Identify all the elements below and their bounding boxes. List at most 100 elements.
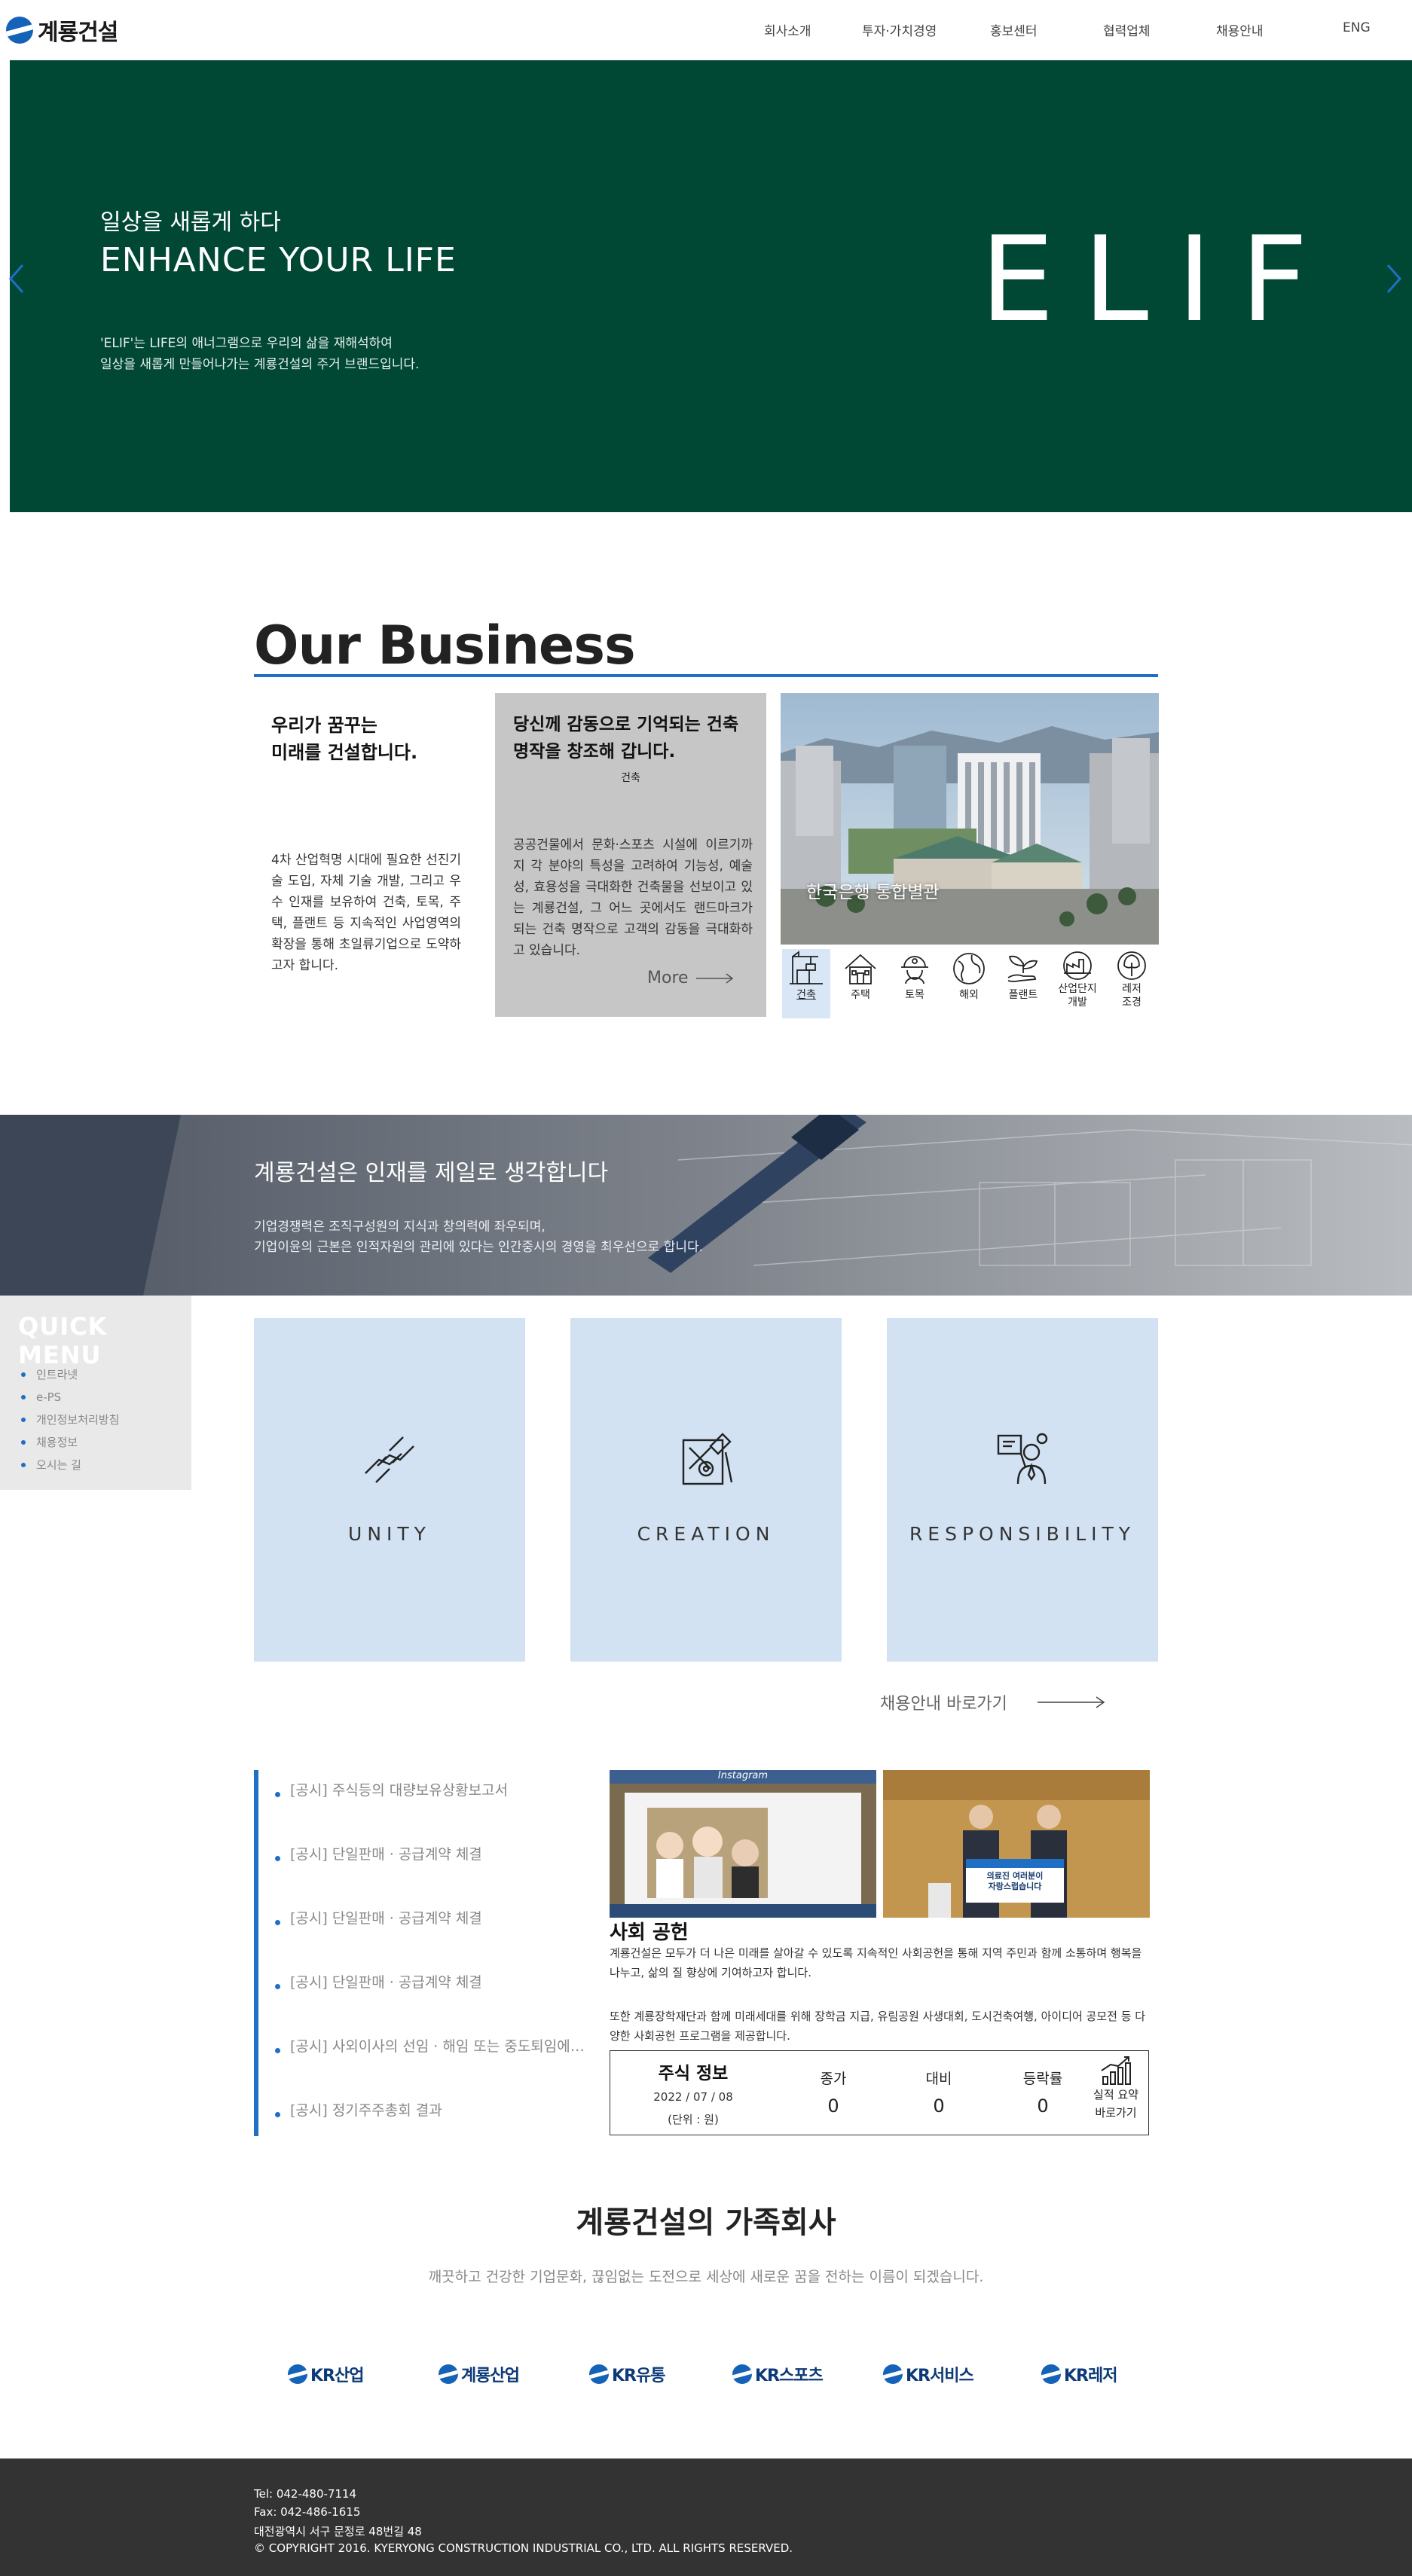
family-name: KR산업 <box>310 2367 364 2385</box>
nav-partners[interactable]: 협력업체 <box>1103 20 1151 39</box>
bank-building-image <box>781 693 1159 945</box>
hero-banner: 일상을 새롭게 하다 ENHANCE YOUR LIFE 'ELIF'는 LIF… <box>10 60 1412 512</box>
nav-investment[interactable]: 투자·가치경영 <box>862 20 937 39</box>
stock-info-panel: 주식 정보 2022 / 07 / 08 (단위 : 원) 종가 0 대비 0 … <box>610 2050 1149 2135</box>
brand-logo-elif: ELIF <box>980 211 1337 348</box>
stock-label: 종가 <box>820 2071 847 2087</box>
social-photo-instagram[interactable]: Instagram <box>610 1770 876 1918</box>
family-name: KR유통 <box>612 2367 665 2385</box>
notice-title: [공시] 주식등의 대량보유상황보고서 <box>290 1782 509 1799</box>
notice-title: [공시] 단일판매 · 공급계약 체결 <box>290 1974 482 1991</box>
tab-industrial-complex[interactable]: 산업단지개발 <box>1053 949 1102 1018</box>
bar-chart-icon <box>1101 2056 1131 2085</box>
value-card-responsibility: RESPONSIBILITY <box>887 1318 1158 1662</box>
industrial-complex-icon <box>1063 951 1092 980</box>
family-logo-kyeryong-industry[interactable]: 계룡산업 <box>439 2362 520 2386</box>
house-icon <box>845 954 876 984</box>
hero-desc-line: 일상을 새롭게 만들어나가는 계룡건설의 주거 브랜드입니다. <box>100 357 420 372</box>
notice-item[interactable]: [공시] 정기주주총회 결과 <box>275 2099 585 2120</box>
quick-menu-item-intranet[interactable]: 인트라넷 <box>21 1363 119 1386</box>
tab-label-line: 개발 <box>1068 997 1087 1009</box>
notice-item[interactable]: [공시] 단일판매 · 공급계약 체결 <box>275 1971 585 1992</box>
kr-logo-mark-icon <box>288 2364 307 2384</box>
nav-company[interactable]: 회사소개 <box>764 20 811 39</box>
prev-slide-arrow-icon[interactable] <box>8 264 26 294</box>
notice-item[interactable]: [공시] 단일판매 · 공급계약 체결 <box>275 1843 585 1863</box>
quick-menu-item-directions[interactable]: 오시는 길 <box>21 1454 119 1476</box>
more-label: More <box>647 969 689 987</box>
quick-menu: QUICK MENU 인트라넷 e-PS 개인정보처리방침 채용정보 오시는 길 <box>0 1296 191 1490</box>
handshake-icon <box>365 1436 414 1483</box>
next-slide-arrow-icon[interactable] <box>1385 264 1403 294</box>
tab-label: 산업단지개발 <box>1053 982 1102 1009</box>
footer-copyright: © COPYRIGHT 2016. KYERYONG CONSTRUCTION … <box>254 2541 793 2555</box>
tab-leisure-landscape[interactable]: 레저 조경 <box>1108 949 1156 1018</box>
heading-line: 명작을 창조해 갑니다. <box>513 742 676 762</box>
summary-line: 실적 요약 <box>1093 2088 1138 2101</box>
more-link[interactable]: More <box>647 969 734 987</box>
recruit-link[interactable]: 채용안내 바로가기 <box>880 1690 1105 1714</box>
family-title: 계룡건설의 가족회사 <box>576 2205 836 2240</box>
value-card-unity: UNITY <box>254 1318 525 1662</box>
quick-menu-item-privacy[interactable]: 개인정보처리방침 <box>21 1409 119 1431</box>
family-logo-kr-service[interactable]: KR서비스 <box>883 2362 974 2386</box>
tab-label-line: 산업단지 <box>1058 983 1097 995</box>
stock-title: 주식 정보 <box>658 2064 729 2083</box>
family-name: KR스포츠 <box>755 2367 824 2385</box>
nav-recruit[interactable]: 채용안내 <box>1216 20 1264 39</box>
notice-item[interactable]: [공시] 주식등의 대량보유상황보고서 <box>275 1779 585 1799</box>
tab-label: 주택 <box>851 989 870 1001</box>
tab-label: 토목 <box>905 989 925 1001</box>
tab-plant[interactable]: 플랜트 <box>999 949 1047 1018</box>
summary-line: 바로가기 <box>1095 2106 1137 2120</box>
tab-overseas[interactable]: 해외 <box>945 949 993 1018</box>
stock-value: 0 <box>933 2095 945 2117</box>
family-logo-kr-leisure[interactable]: KR레저 <box>1041 2362 1117 2386</box>
hero-desc-line: 'ELIF'는 LIFE의 애너그램으로 우리의 삶을 재해석하여 <box>100 336 393 351</box>
business-card-heading: 당신께 감동으로 기억되는 건축 명작을 창조해 갑니다. <box>513 711 754 765</box>
earnings-summary-link[interactable]: 실적 요약 바로가기 <box>1082 2056 1150 2122</box>
blueprint-background-image <box>0 1115 1412 1296</box>
business-detail-card: 당신께 감동으로 기억되는 건축 명작을 창조해 갑니다. 건축 공공건물에서 … <box>495 693 766 1017</box>
tab-housing[interactable]: 주택 <box>836 949 885 1018</box>
notice-item[interactable]: [공시] 단일판매 · 공급계약 체결 <box>275 1907 585 1927</box>
family-name: KR서비스 <box>906 2367 974 2385</box>
social-heading: 사회 공헌 <box>610 1921 689 1944</box>
tab-label: 플랜트 <box>1008 989 1038 1001</box>
heading-line: 당신께 감동으로 기억되는 건축 <box>513 715 739 734</box>
social-photo-donation[interactable]: 의료진 여러분이 자랑스럽습니다 <box>883 1770 1150 1918</box>
family-logo-kr-industry[interactable]: KR산업 <box>288 2362 364 2386</box>
nav-eng[interactable]: ENG <box>1343 20 1371 35</box>
footer-address: 대전광역시 서구 문정로 48번길 48 <box>254 2525 422 2538</box>
value-card-creation: CREATION <box>570 1318 842 1662</box>
family-logo-kr-distribution[interactable]: KR유통 <box>589 2362 665 2386</box>
notice-item[interactable]: [공시] 사외이사의 선임 · 해임 또는 중도퇴임에 관한 신고 <box>275 2035 585 2056</box>
kr-logo-mark-icon <box>883 2364 903 2384</box>
tab-civil[interactable]: 토목 <box>891 949 939 1018</box>
business-card-text: 공공건물에서 문화·스포츠 시설에 이르기까지 각 분야의 특성을 고려하여 기… <box>513 838 753 958</box>
talent-line: 기업경쟁력은 조직구성원의 지식과 창의력에 좌우되며, <box>254 1219 546 1235</box>
donation-sign: 의료진 여러분이 자랑스럽습니다 <box>966 1871 1064 1892</box>
business-intro-heading: 우리가 꿈꾸는 미래를 건설합니다. <box>271 712 417 766</box>
footer-tel: Tel: 042-480-7114 <box>254 2487 357 2501</box>
social-paragraph: 또한 계룡장학재단과 함께 미래세대를 위해 장학금 지급, 유림공원 사생대회… <box>610 2010 1146 2043</box>
value-label: RESPONSIBILITY <box>909 1523 1136 1545</box>
tab-architecture[interactable]: 건축 <box>782 949 830 1018</box>
donation-ceremony-photo <box>883 1770 1150 1918</box>
quick-menu-item-eps[interactable]: e-PS <box>21 1386 119 1409</box>
talent-heading: 계룡건설은 인재를 제일로 생각합니다 <box>254 1160 609 1186</box>
tab-label-line: 조경 <box>1122 997 1142 1009</box>
kr-logo-mark-icon <box>589 2364 609 2384</box>
talent-line: 기업이윤의 근본은 인적자원의 관리에 있다는 인간중시의 경영을 최우선으로 … <box>254 1240 704 1255</box>
value-label: UNITY <box>348 1523 431 1545</box>
stock-date: 2022 / 07 / 08 <box>653 2090 733 2104</box>
stock-label: 대비 <box>925 2071 952 2087</box>
family-name: 계룡산업 <box>461 2367 520 2385</box>
quick-menu-item-jobs[interactable]: 채용정보 <box>21 1431 119 1454</box>
nav-pr-center[interactable]: 홍보센터 <box>990 20 1038 39</box>
kr-logo-mark-icon <box>732 2364 752 2384</box>
family-logo-kr-sports[interactable]: KR스포츠 <box>732 2362 824 2386</box>
value-label: CREATION <box>637 1523 775 1545</box>
notice-title: [공시] 정기주주총회 결과 <box>290 2102 442 2119</box>
notice-title: [공시] 단일판매 · 공급계약 체결 <box>290 1846 482 1863</box>
